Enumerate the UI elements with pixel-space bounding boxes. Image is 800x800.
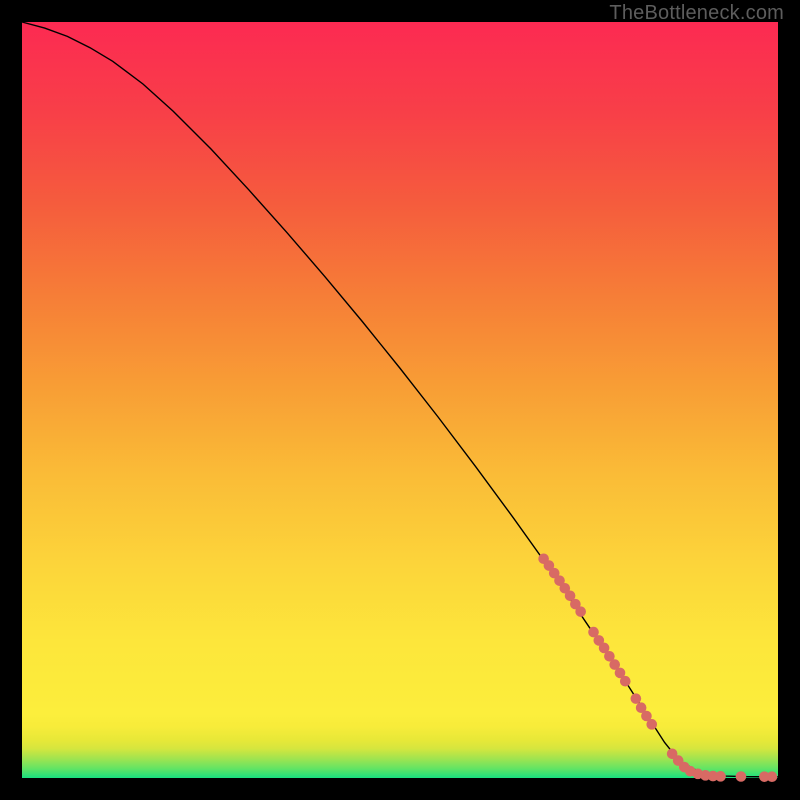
data-dot	[736, 771, 747, 782]
data-dot	[646, 719, 657, 730]
data-dot	[575, 606, 586, 617]
chart-svg	[22, 22, 778, 778]
chart-plot-area	[22, 22, 778, 778]
data-dot	[767, 771, 778, 782]
watermark-text: TheBottleneck.com	[609, 2, 784, 25]
curve-line	[22, 22, 778, 777]
dot-group	[538, 553, 777, 782]
data-dot	[631, 693, 642, 704]
data-dot	[715, 771, 726, 782]
data-dot	[620, 676, 631, 687]
